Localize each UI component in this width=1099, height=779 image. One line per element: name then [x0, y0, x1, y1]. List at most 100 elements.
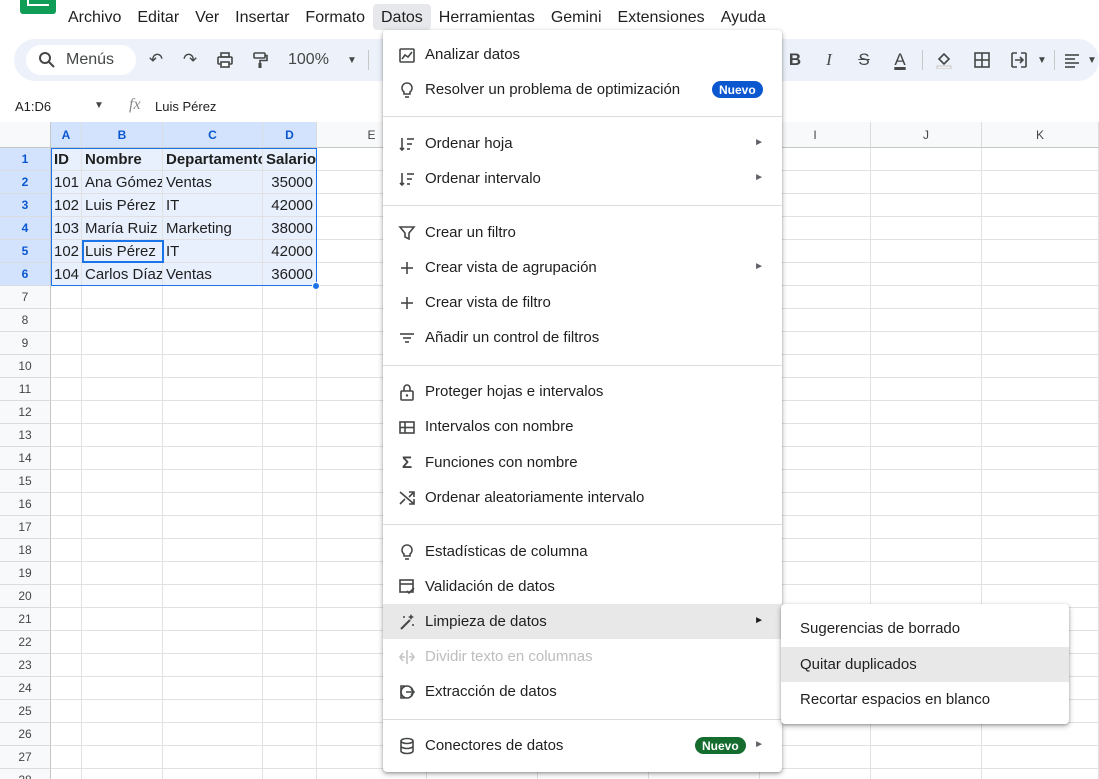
cell[interactable] [163, 608, 263, 631]
cell[interactable]: 36000 [263, 263, 317, 286]
menu-item-crear-filtro[interactable]: Crear un filtro [383, 215, 782, 250]
cell[interactable] [263, 447, 317, 470]
cell[interactable] [263, 585, 317, 608]
cell[interactable] [82, 769, 163, 779]
cell[interactable] [51, 654, 82, 677]
row-header[interactable]: 2 [0, 171, 51, 194]
cell[interactable] [871, 447, 982, 470]
name-box[interactable]: A1:D6 [15, 99, 51, 114]
row-header[interactable]: 16 [0, 493, 51, 516]
cell[interactable] [82, 447, 163, 470]
cell[interactable] [263, 493, 317, 516]
cell[interactable] [163, 654, 263, 677]
cell[interactable] [163, 700, 263, 723]
cell[interactable] [82, 401, 163, 424]
cell[interactable] [51, 309, 82, 332]
cell[interactable] [163, 401, 263, 424]
cell[interactable] [82, 309, 163, 332]
cell[interactable]: Ana Gómez [82, 171, 163, 194]
cell[interactable]: 104 [51, 263, 82, 286]
row-header[interactable]: 18 [0, 539, 51, 562]
cell[interactable] [263, 355, 317, 378]
cell[interactable] [871, 355, 982, 378]
row-header[interactable]: 1 [0, 148, 51, 171]
cell[interactable] [51, 562, 82, 585]
menu-item-estadisticas-columna[interactable]: Estadísticas de columna [383, 534, 782, 569]
merge-dropdown-icon[interactable]: ▼ [1030, 48, 1054, 72]
cell[interactable] [871, 148, 982, 171]
cell[interactable] [982, 447, 1099, 470]
cell[interactable] [982, 263, 1099, 286]
submenu-item-recortar-espacios[interactable]: Recortar espacios en blanco [781, 682, 1069, 717]
menu-item-limpieza-datos[interactable]: Limpieza de datos ► [383, 604, 782, 639]
cell[interactable] [263, 562, 317, 585]
cell[interactable] [871, 562, 982, 585]
row-header[interactable]: 5 [0, 240, 51, 263]
menu-item-analizar-datos[interactable]: Analizar datos [383, 37, 782, 72]
menu-search[interactable]: Menús [26, 45, 136, 75]
undo-icon[interactable]: ↶ [144, 48, 168, 72]
menu-item-resolver-optimizacion[interactable]: Resolver un problema de optimización Nue… [383, 72, 782, 107]
text-color-icon[interactable]: A [888, 48, 912, 72]
cell[interactable] [82, 608, 163, 631]
cell[interactable] [82, 746, 163, 769]
cell[interactable] [82, 677, 163, 700]
cell[interactable] [163, 470, 263, 493]
row-header[interactable]: 6 [0, 263, 51, 286]
cell[interactable] [982, 240, 1099, 263]
cell[interactable] [82, 539, 163, 562]
cell[interactable] [871, 194, 982, 217]
cell[interactable] [51, 424, 82, 447]
cell[interactable] [82, 585, 163, 608]
cell[interactable] [82, 493, 163, 516]
cell[interactable]: Departamento [163, 148, 263, 171]
menu-formato[interactable]: Formato [297, 4, 373, 30]
menu-item-ordenar-aleatoriamente[interactable]: Ordenar aleatoriamente intervalo [383, 480, 782, 515]
column-header-b[interactable]: B [82, 122, 163, 148]
cell[interactable] [263, 539, 317, 562]
cell[interactable]: 101 [51, 171, 82, 194]
cell[interactable]: 38000 [263, 217, 317, 240]
cell[interactable] [263, 654, 317, 677]
cell[interactable] [263, 332, 317, 355]
cell[interactable] [51, 677, 82, 700]
menu-item-conectores-datos[interactable]: Conectores de datos Nuevo ► [383, 728, 782, 763]
cell[interactable] [82, 355, 163, 378]
row-header[interactable]: 24 [0, 677, 51, 700]
cell[interactable] [871, 378, 982, 401]
cell[interactable] [982, 378, 1099, 401]
cell[interactable] [263, 378, 317, 401]
cell[interactable] [163, 332, 263, 355]
cell[interactable] [163, 378, 263, 401]
cell[interactable] [871, 263, 982, 286]
cell[interactable] [51, 378, 82, 401]
cell[interactable] [163, 309, 263, 332]
row-header[interactable]: 12 [0, 401, 51, 424]
cell[interactable] [263, 401, 317, 424]
cell[interactable] [51, 585, 82, 608]
fill-handle[interactable] [312, 282, 320, 290]
cell[interactable] [982, 194, 1099, 217]
cell[interactable] [163, 746, 263, 769]
cell[interactable] [871, 286, 982, 309]
menu-item-intervalos-nombre[interactable]: Intervalos con nombre [383, 409, 782, 444]
cell[interactable] [82, 470, 163, 493]
cell[interactable] [263, 608, 317, 631]
cell[interactable]: IT [163, 240, 263, 263]
row-header[interactable]: 20 [0, 585, 51, 608]
cell[interactable] [982, 401, 1099, 424]
cell[interactable] [871, 401, 982, 424]
cell[interactable] [51, 332, 82, 355]
cell[interactable]: 102 [51, 240, 82, 263]
cell[interactable]: Salario [263, 148, 317, 171]
cell[interactable] [982, 746, 1099, 769]
cell[interactable] [982, 470, 1099, 493]
menu-editar[interactable]: Editar [129, 4, 187, 30]
submenu-item-sugerencias-borrado[interactable]: Sugerencias de borrado [781, 611, 1069, 646]
row-header[interactable]: 10 [0, 355, 51, 378]
cell[interactable]: Luis Pérez [82, 240, 163, 263]
cell[interactable] [82, 424, 163, 447]
align-dropdown-icon[interactable]: ▼ [1080, 48, 1099, 72]
cell[interactable]: Ventas [163, 263, 263, 286]
cell[interactable] [871, 332, 982, 355]
